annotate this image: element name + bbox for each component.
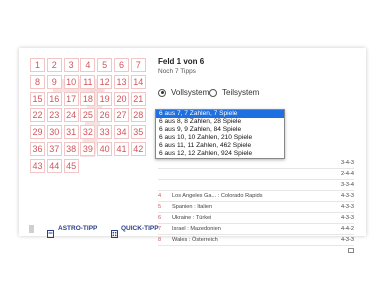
radio-label: Teilsystem: [222, 88, 260, 97]
radio-vollsystem[interactable]: Vollsystem: [158, 88, 209, 97]
number-cell[interactable]: 5: [97, 58, 113, 72]
radio-label: Vollsystem: [171, 88, 210, 97]
number-cell[interactable]: 43: [30, 158, 45, 173]
table-row: 2-4-4: [158, 169, 354, 180]
table-row: 5 Spanien : Italien 4-3-3: [158, 202, 354, 213]
number-cell[interactable]: 24: [63, 108, 79, 123]
number-cell[interactable]: 22: [30, 108, 45, 123]
number-cell[interactable]: 15: [30, 91, 45, 106]
number-cell[interactable]: 4: [80, 58, 96, 72]
number-cell[interactable]: 21: [130, 91, 146, 106]
number-cell[interactable]: 1: [30, 58, 45, 72]
number-cell[interactable]: 45: [63, 158, 79, 173]
table-row: [158, 246, 354, 256]
astro-tipp-button[interactable]: ASTRO-TIPP: [58, 225, 97, 232]
number-cell[interactable]: 42: [130, 142, 146, 156]
number-grid: 1 2 3 4 5 6 7 8 9 10 11 12 13 14 15 16 17 18 19 20 21 22 23 24 2…: [30, 58, 150, 179]
number-cell[interactable]: 35: [130, 125, 146, 140]
number-cell[interactable]: 41: [114, 142, 129, 156]
radio-unselected-icon: [209, 88, 217, 97]
number-cell[interactable]: 6: [114, 58, 129, 72]
number-cell[interactable]: 9: [46, 74, 62, 89]
radio-selected-icon: [158, 88, 166, 97]
number-cell[interactable]: 3: [63, 58, 79, 72]
number-cell[interactable]: 31: [63, 125, 79, 140]
checkbox-icon[interactable]: [348, 248, 354, 253]
dropdown-option[interactable]: 6 aus 7, 7 Zahlen, 7 Spiele: [156, 110, 284, 118]
number-cell[interactable]: 28: [130, 108, 146, 123]
number-cell[interactable]: 38: [63, 142, 79, 156]
dropdown-option[interactable]: 6 aus 10, 10 Zahlen, 210 Spiele: [156, 134, 284, 142]
number-cell[interactable]: 14: [130, 74, 146, 89]
system-dropdown-list[interactable]: 6 aus 7, 7 Zahlen, 7 Spiele 6 aus 8, 8 Z…: [155, 109, 285, 159]
number-cell[interactable]: 40: [97, 142, 113, 156]
quick-tipp-icon: [111, 225, 118, 238]
table-row: 3-3-4: [158, 180, 354, 191]
radio-teilsystem[interactable]: Teilsystem: [209, 88, 259, 97]
number-cell[interactable]: 27: [114, 108, 129, 123]
number-cell[interactable]: 16: [46, 91, 62, 106]
number-cell[interactable]: 33: [97, 125, 113, 140]
dropdown-option[interactable]: 6 aus 9, 9 Zahlen, 84 Spiele: [156, 126, 284, 134]
lotto-ticket-card: 1 2 3 4 5 6 7 8 9 10 11 12 13 14 15 16 17 18 19 20 21 22 23 24 2…: [19, 48, 366, 253]
number-cell[interactable]: 32: [80, 125, 96, 140]
number-cell[interactable]: 36: [30, 142, 45, 156]
number-cell[interactable]: 20: [114, 91, 129, 106]
table-row: 4 Los Angeles Ga... : Colorado Rapids 4-3-…: [158, 191, 354, 202]
number-cell[interactable]: 10: [63, 74, 79, 89]
number-cell[interactable]: 25: [80, 108, 96, 123]
number-cell[interactable]: 19: [97, 91, 113, 106]
number-cell[interactable]: 26: [97, 108, 113, 123]
number-cell[interactable]: 39: [80, 142, 96, 156]
match-list: 3-4-3 2-4-4 3-3-4 4 Los Angeles Ga... : C…: [158, 158, 354, 256]
number-cell[interactable]: 34: [114, 125, 129, 140]
field-title: Feld 1 von 6: [158, 57, 205, 66]
remaining-tips: Noch 7 Tipps: [158, 68, 196, 75]
dropdown-option[interactable]: 6 aus 12, 12 Zahlen, 924 Spiele: [156, 150, 284, 158]
number-cell[interactable]: 2: [46, 58, 62, 72]
number-cell[interactable]: 11: [80, 74, 96, 89]
number-cell[interactable]: 37: [46, 142, 62, 156]
astro-icon: [47, 225, 54, 238]
number-cell[interactable]: 44: [46, 158, 62, 173]
number-cell[interactable]: 23: [46, 108, 62, 123]
table-row: 3-4-3: [158, 158, 354, 169]
dropdown-option[interactable]: 6 aus 11, 11 Zahlen, 462 Spiele: [156, 142, 284, 150]
number-cell[interactable]: 7: [130, 58, 146, 72]
tip-actions: ASTRO-TIPP QUICK-TIPP: [19, 223, 366, 238]
number-cell[interactable]: 17: [63, 91, 79, 106]
number-cell[interactable]: 8: [30, 74, 45, 89]
number-cell[interactable]: 12: [97, 74, 113, 89]
dropdown-option[interactable]: 6 aus 8, 8 Zahlen, 28 Spiele: [156, 118, 284, 126]
trash-icon[interactable]: [29, 225, 34, 233]
number-cell[interactable]: 18: [80, 91, 96, 106]
quick-tipp-button[interactable]: QUICK-TIPP: [121, 225, 159, 232]
number-cell[interactable]: 29: [30, 125, 45, 140]
number-cell[interactable]: 30: [46, 125, 62, 140]
number-cell[interactable]: 13: [114, 74, 129, 89]
